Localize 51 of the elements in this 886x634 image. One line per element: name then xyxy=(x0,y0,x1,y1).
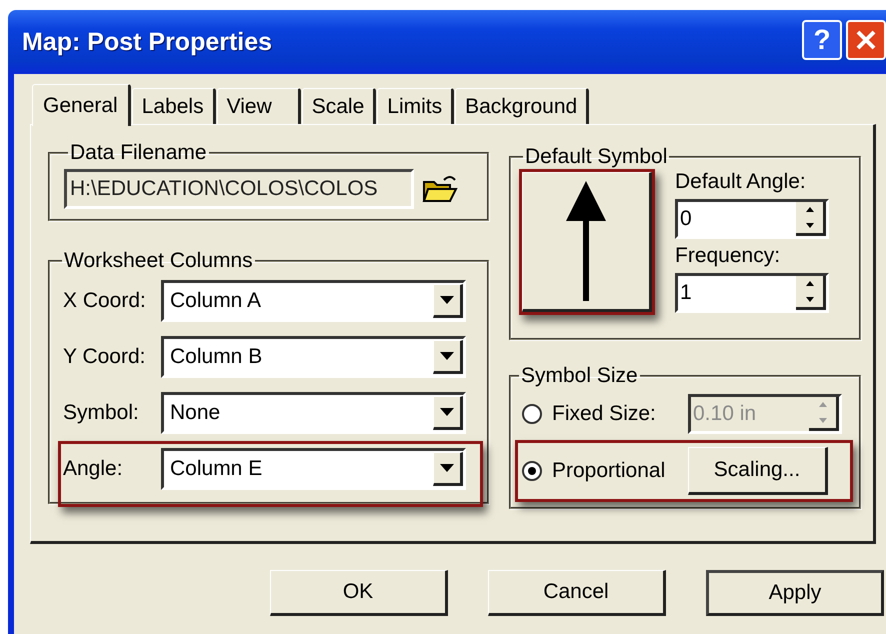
dialog-button[interactable]: Cancel xyxy=(488,570,666,616)
field-label: Frequency: xyxy=(675,243,782,269)
group-label: Symbol Size xyxy=(520,364,639,388)
down-arrow-icon xyxy=(806,222,814,228)
dropdown[interactable]: None xyxy=(161,392,466,434)
group-label: Default Symbol xyxy=(524,145,668,169)
tab[interactable]: General xyxy=(32,84,131,126)
dropdown-button[interactable] xyxy=(433,284,463,318)
field-label: X Coord: xyxy=(63,289,147,313)
spin-buttons[interactable] xyxy=(796,202,826,236)
dialog-button[interactable]: OK xyxy=(270,570,448,616)
caret-icon xyxy=(440,352,454,360)
tab[interactable]: Scale xyxy=(302,88,376,124)
group-label: Data Filename xyxy=(69,141,208,165)
spin-buttons[interactable] xyxy=(796,276,826,310)
down-arrow-icon xyxy=(818,418,826,423)
tab[interactable]: View xyxy=(216,88,301,124)
dropdown-button[interactable] xyxy=(433,340,463,374)
dropdown-button[interactable] xyxy=(433,396,463,430)
dropdown[interactable]: Column B xyxy=(161,336,466,378)
arrow-icon xyxy=(566,181,606,301)
close-button[interactable] xyxy=(846,20,886,60)
caret-icon xyxy=(440,408,454,416)
down-arrow-icon xyxy=(806,296,814,302)
close-icon xyxy=(855,29,877,51)
tab[interactable]: Labels xyxy=(132,88,216,124)
field-label: Angle: xyxy=(63,457,124,481)
group-label: Worksheet Columns xyxy=(63,249,254,273)
caret-icon xyxy=(440,464,454,472)
up-arrow-icon xyxy=(806,207,814,212)
dropdown[interactable]: Column E xyxy=(161,448,466,490)
dialog-button[interactable]: Apply xyxy=(706,570,884,616)
up-arrow-icon xyxy=(818,402,826,408)
field-label: Default Angle: xyxy=(675,169,807,195)
number-spinner[interactable]: 1 xyxy=(675,273,829,313)
help-button[interactable]: ? xyxy=(802,20,842,60)
field-label: Y Coord: xyxy=(63,345,146,369)
dropdown[interactable]: Column A xyxy=(161,280,466,322)
file-path-field[interactable]: H:\EDUCATION\COLOS\COLOS xyxy=(64,169,414,209)
folder-icon xyxy=(422,174,458,204)
radio-button[interactable] xyxy=(522,461,542,481)
up-arrow-icon xyxy=(806,281,814,286)
field-label: Symbol: xyxy=(63,401,140,425)
tab[interactable]: Background xyxy=(455,88,590,124)
tab[interactable]: Limits xyxy=(377,88,454,124)
window-title: Map: Post Properties xyxy=(22,28,272,56)
dropdown-button[interactable] xyxy=(433,452,463,486)
scaling-button[interactable]: Scaling... xyxy=(688,447,828,495)
caret-icon xyxy=(440,296,454,304)
number-spinner[interactable]: 0 xyxy=(675,199,829,239)
radio-label[interactable]: Proportional xyxy=(552,459,678,483)
